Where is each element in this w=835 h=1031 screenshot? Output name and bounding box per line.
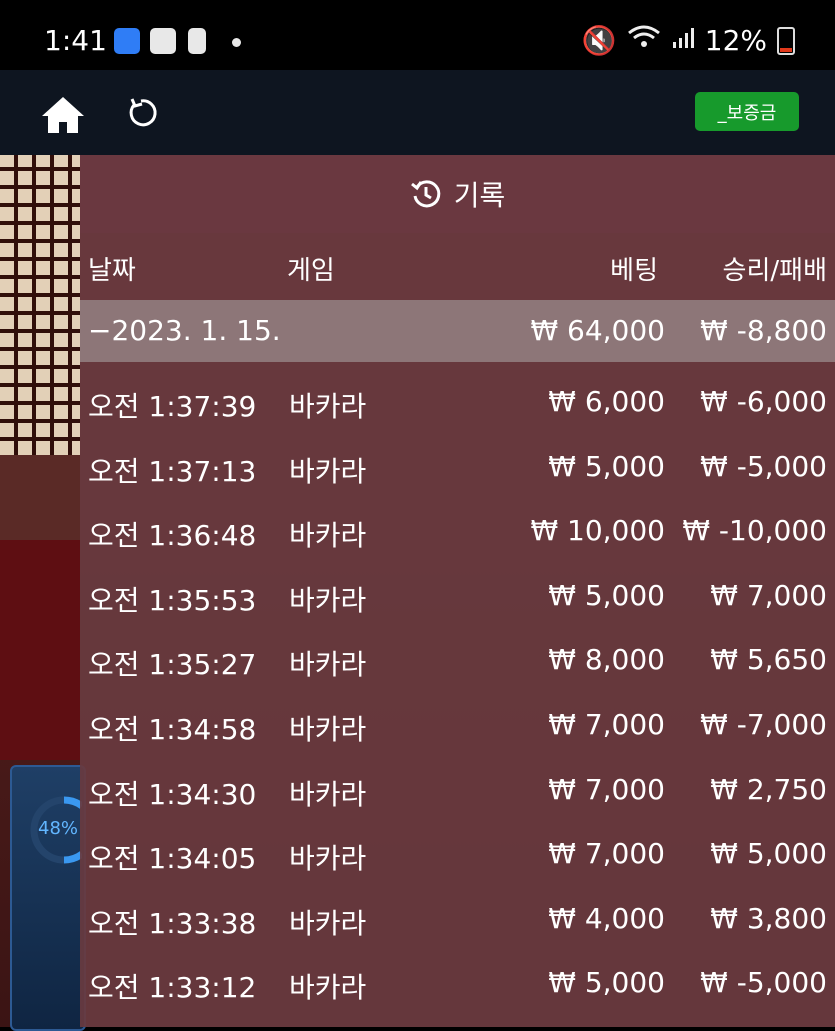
signal-icon xyxy=(671,24,695,57)
row-game: 바카라 xyxy=(289,778,367,811)
row-time: 오전 1:36:48 xyxy=(88,519,257,552)
row-result: ₩ -5,000 xyxy=(700,966,827,999)
row-game: 바카라 xyxy=(289,390,367,423)
row-result: ₩ 7,000 xyxy=(710,579,827,612)
row-result: ₩ -10,000 xyxy=(682,514,827,547)
row-result: ₩ 5,000 xyxy=(710,837,827,870)
refresh-icon[interactable] xyxy=(124,96,158,130)
history-header: 기록 xyxy=(80,155,835,233)
row-game: 바카라 xyxy=(289,971,367,1004)
date-group-total-result: ₩ -8,800 xyxy=(700,314,827,347)
table-felt-decor xyxy=(0,540,80,760)
row-time: 오전 1:37:13 xyxy=(88,455,257,488)
row-bet: ₩ 10,000 xyxy=(530,514,665,547)
mute-icon: 🔇 xyxy=(581,24,617,57)
row-game: 바카라 xyxy=(289,455,367,488)
row-time: 오전 1:34:58 xyxy=(88,713,257,746)
row-time: 오전 1:35:27 xyxy=(88,648,257,681)
row-game: 바카라 xyxy=(289,842,367,875)
more-notifications-dot-icon xyxy=(232,38,241,47)
row-bet: ₩ 7,000 xyxy=(548,708,665,741)
row-result: ₩ -6,000 xyxy=(700,385,827,418)
date-group-total-bet: ₩ 64,000 xyxy=(530,314,665,347)
row-game: 바카라 xyxy=(289,907,367,940)
row-time: 오전 1:34:05 xyxy=(88,842,257,875)
lattice-window-decor xyxy=(0,155,80,455)
wifi-icon xyxy=(627,24,661,57)
row-time: 오전 1:35:53 xyxy=(88,584,257,617)
row-time: 오전 1:34:30 xyxy=(88,778,257,811)
home-icon[interactable] xyxy=(40,95,86,135)
status-time: 1:41 xyxy=(44,24,107,57)
row-result: ₩ -7,000 xyxy=(700,708,827,741)
row-result: ₩ 3,800 xyxy=(710,902,827,935)
row-game: 바카라 xyxy=(289,519,367,552)
row-time: 오전 1:37:39 xyxy=(88,390,257,423)
row-game: 바카라 xyxy=(289,648,367,681)
column-game: 게임 xyxy=(287,256,335,286)
row-result: ₩ 5,650 xyxy=(710,643,827,676)
row-bet: ₩ 5,000 xyxy=(548,450,665,483)
alert-notification-icon xyxy=(188,28,206,54)
row-bet: ₩ 6,000 xyxy=(548,385,665,418)
row-game: 바카라 xyxy=(289,584,367,617)
row-result: ₩ -5,000 xyxy=(700,450,827,483)
row-bet: ₩ 5,000 xyxy=(548,966,665,999)
column-result: 승리/패배 xyxy=(722,256,827,286)
row-bet: ₩ 5,000 xyxy=(548,579,665,612)
row-bet: ₩ 4,000 xyxy=(548,902,665,935)
row-result: ₩ 2,750 xyxy=(710,773,827,806)
battery-icon xyxy=(777,26,795,55)
column-bet: 베팅 xyxy=(610,256,658,286)
deposit-button[interactable]: _보증금 xyxy=(695,92,799,131)
side-widget-percent: 48% xyxy=(38,818,79,839)
row-game: 바카라 xyxy=(289,713,367,746)
app-notification-icon xyxy=(114,28,140,54)
row-time: 오전 1:33:12 xyxy=(88,971,257,1004)
column-date: 날짜 xyxy=(88,256,136,286)
history-title: 기록 xyxy=(453,179,506,212)
row-bet: ₩ 7,000 xyxy=(548,837,665,870)
history-icon xyxy=(410,180,440,208)
row-bet: ₩ 7,000 xyxy=(548,773,665,806)
date-group-date: −2023. 1. 15. xyxy=(88,314,281,347)
row-time: 오전 1:33:38 xyxy=(88,907,257,940)
status-right: 🔇 12% xyxy=(582,24,795,57)
image-notification-icon xyxy=(150,28,176,54)
battery-percent: 12% xyxy=(704,24,767,57)
status-bar: 1:41 🔇 12% xyxy=(0,0,835,70)
table-decor xyxy=(0,455,80,550)
row-bet: ₩ 8,000 xyxy=(548,643,665,676)
